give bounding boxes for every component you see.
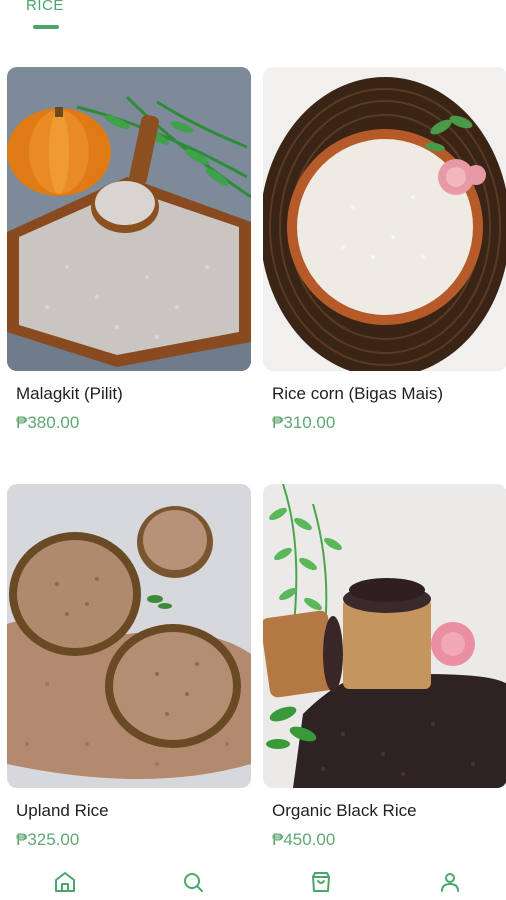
product-price: ₱325.00	[16, 830, 80, 849]
product-card[interactable]: Malagkit (Pilit) ₱380.00	[7, 67, 251, 433]
product-card[interactable]: Upland Rice ₱325.00	[7, 484, 251, 850]
product-card[interactable]: Organic Black Rice ₱450.00	[263, 484, 506, 850]
product-image-organic-black-rice[interactable]	[263, 484, 506, 788]
product-price: ₱310.00	[272, 413, 336, 432]
product-name: Malagkit (Pilit)	[16, 384, 123, 403]
cart-icon[interactable]	[307, 868, 335, 896]
bottom-navigation	[0, 856, 506, 900]
product-name: Upland Rice	[16, 801, 109, 820]
search-icon[interactable]	[179, 868, 207, 896]
home-icon[interactable]	[51, 868, 79, 896]
product-price: ₱380.00	[16, 413, 80, 432]
product-name: Organic Black Rice	[272, 801, 417, 820]
product-image-rice-corn[interactable]	[263, 67, 506, 371]
product-image-malagkit[interactable]	[7, 67, 251, 371]
product-card[interactable]: Rice corn (Bigas Mais) ₱310.00	[263, 67, 506, 433]
product-price: ₱450.00	[272, 830, 336, 849]
profile-icon[interactable]	[436, 868, 464, 896]
product-name: Rice corn (Bigas Mais)	[272, 384, 443, 403]
product-image-upland-rice[interactable]	[7, 484, 251, 788]
product-grid: Malagkit (Pilit) ₱380.00 Rice corn (Biga…	[0, 0, 506, 860]
